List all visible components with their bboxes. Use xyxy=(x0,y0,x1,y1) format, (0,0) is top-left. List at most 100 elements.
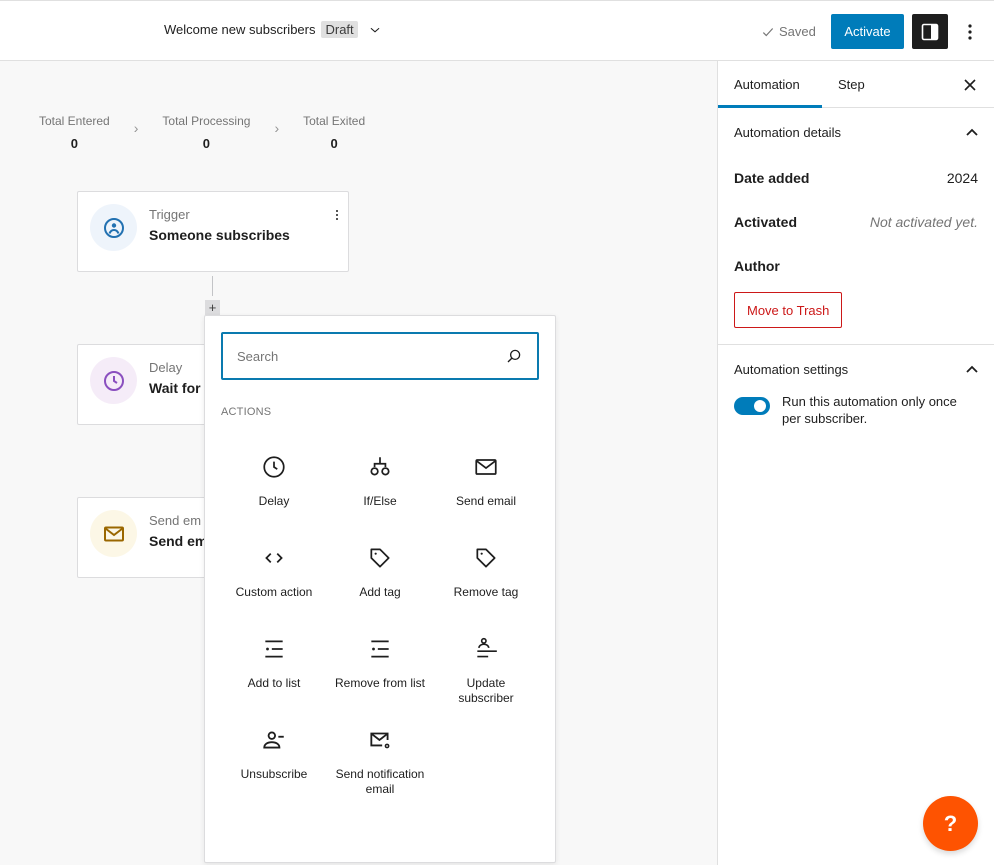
status-badge: Draft xyxy=(321,21,358,38)
tab-automation[interactable]: Automation xyxy=(718,61,822,108)
automation-title: Welcome new subscribers xyxy=(164,22,316,37)
settings-sidebar: Automation Step Automation details Date … xyxy=(717,61,994,865)
step-icon-wrap xyxy=(90,510,137,557)
list-icon xyxy=(371,640,389,658)
envelope-gear-icon xyxy=(370,732,390,749)
action-unsubscribe[interactable]: Unsubscribe xyxy=(221,719,327,839)
sidebar-tabs: Automation Step xyxy=(718,61,994,108)
stat-value: 0 xyxy=(202,136,211,151)
step-name: Someone subscribes xyxy=(149,227,290,243)
detail-label: Activated xyxy=(734,214,798,230)
action-remove-from-list[interactable]: Remove from list xyxy=(327,628,433,719)
step-name: Send em xyxy=(149,533,208,549)
step-icon-wrap xyxy=(90,357,137,404)
automation-stats: Total Entered 0 › Total Processing 0 › T… xyxy=(39,114,365,151)
add-step-button[interactable]: + xyxy=(205,300,220,315)
search-input[interactable] xyxy=(237,348,505,364)
chevron-right-icon: › xyxy=(133,120,139,136)
action-delay[interactable]: Delay xyxy=(221,446,327,537)
chevron-up-icon xyxy=(966,365,978,373)
action-label: If/Else xyxy=(363,494,397,508)
action-update-subscriber[interactable]: Update subscriber xyxy=(433,628,539,719)
chevron-down-icon[interactable] xyxy=(368,23,382,37)
action-label: Add tag xyxy=(359,585,401,599)
saved-status: Saved xyxy=(761,24,816,39)
user-update-icon xyxy=(477,637,497,658)
list-icon xyxy=(265,640,283,658)
action-send-email[interactable]: Send email xyxy=(433,446,539,537)
action-remove-tag[interactable]: Remove tag xyxy=(433,537,539,628)
tag-icon xyxy=(476,548,496,568)
check-icon xyxy=(762,27,774,36)
stat-label: Total Exited xyxy=(303,114,366,128)
close-sidebar-button[interactable] xyxy=(960,75,980,95)
trigger-step-card[interactable]: Trigger Someone subscribes xyxy=(77,191,349,272)
tab-step[interactable]: Step xyxy=(822,61,881,108)
action-send-notification-email[interactable]: Send notification email xyxy=(327,719,433,839)
run-once-setting: Run this automation only once per subscr… xyxy=(734,393,978,443)
action-label: Unsubscribe xyxy=(240,767,308,781)
chevron-right-icon: › xyxy=(274,120,280,136)
detail-label: Date added xyxy=(734,170,810,186)
automation-settings-panel: Automation settings Run this automation … xyxy=(718,345,994,443)
action-add-to-list[interactable]: Add to list xyxy=(221,628,327,719)
tag-icon xyxy=(370,548,390,568)
envelope-icon xyxy=(103,526,124,541)
user-circle-icon xyxy=(103,217,124,238)
stat-value: 0 xyxy=(330,136,338,151)
action-if-else[interactable]: If/Else xyxy=(327,446,433,537)
top-bar: Welcome new subscribers Draft Saved Acti… xyxy=(0,0,994,61)
add-step-popover: ACTIONS Delay If/Else Send email Custom … xyxy=(204,315,556,863)
close-icon xyxy=(964,79,976,91)
action-label: Send email xyxy=(455,494,517,508)
step-more-options-icon[interactable] xyxy=(332,208,342,228)
activated-row: Activated Not activated yet. xyxy=(734,200,978,244)
user-minus-icon xyxy=(263,731,284,749)
envelope-icon xyxy=(475,459,497,475)
automation-details-toggle[interactable]: Automation details xyxy=(734,108,978,156)
action-add-tag[interactable]: Add tag xyxy=(327,537,433,628)
action-label: Add to list xyxy=(247,676,301,690)
detail-value: 2024 xyxy=(946,170,978,186)
search-field[interactable] xyxy=(221,332,539,380)
action-label: Delay xyxy=(258,494,290,508)
automation-details-panel: Automation details Date added 2024 Activ… xyxy=(718,108,994,345)
step-name: Wait for xyxy=(149,380,201,396)
step-icon-wrap xyxy=(90,204,137,251)
action-label: Custom action xyxy=(235,585,313,599)
actions-heading: ACTIONS xyxy=(221,406,272,418)
action-custom-action[interactable]: Custom action xyxy=(221,537,327,628)
panel-heading: Automation details xyxy=(734,124,841,140)
sidebar-toggle-button[interactable] xyxy=(912,14,948,49)
action-label: Remove from list xyxy=(334,676,426,690)
stat-label: Total Entered xyxy=(39,114,110,128)
more-options-button[interactable] xyxy=(958,19,982,45)
step-type: Delay xyxy=(149,360,183,375)
stat-total-entered: Total Entered 0 xyxy=(39,114,110,151)
stat-value: 0 xyxy=(70,136,78,151)
code-icon xyxy=(265,553,283,563)
clock-icon xyxy=(103,370,124,391)
run-once-label: Run this automation only once per subscr… xyxy=(782,394,957,426)
move-to-trash-button[interactable]: Move to Trash xyxy=(734,292,843,328)
step-connector xyxy=(212,276,213,296)
stat-label: Total Processing xyxy=(162,114,251,128)
detail-value: Not activated yet. xyxy=(869,214,978,230)
stat-total-processing: Total Processing 0 xyxy=(162,114,250,151)
author-row: Author xyxy=(734,244,978,288)
clock-icon xyxy=(263,456,285,478)
help-button[interactable]: ? xyxy=(923,796,978,851)
action-label: Send notification email xyxy=(335,767,425,796)
more-vertical-icon xyxy=(968,24,972,40)
saved-label: Saved xyxy=(779,24,816,39)
detail-label: Author xyxy=(734,258,780,274)
step-type: Trigger xyxy=(149,207,190,222)
automation-settings-toggle[interactable]: Automation settings xyxy=(734,345,978,393)
actions-grid: Delay If/Else Send email Custom action A… xyxy=(221,446,539,810)
run-once-toggle[interactable] xyxy=(734,397,770,415)
search-icon xyxy=(507,349,521,363)
activate-button[interactable]: Activate xyxy=(831,14,904,49)
action-label: Update subscriber xyxy=(458,676,514,705)
sidebar-icon xyxy=(921,23,939,40)
automation-title-dropdown[interactable]: Welcome new subscribers Draft xyxy=(164,21,382,38)
